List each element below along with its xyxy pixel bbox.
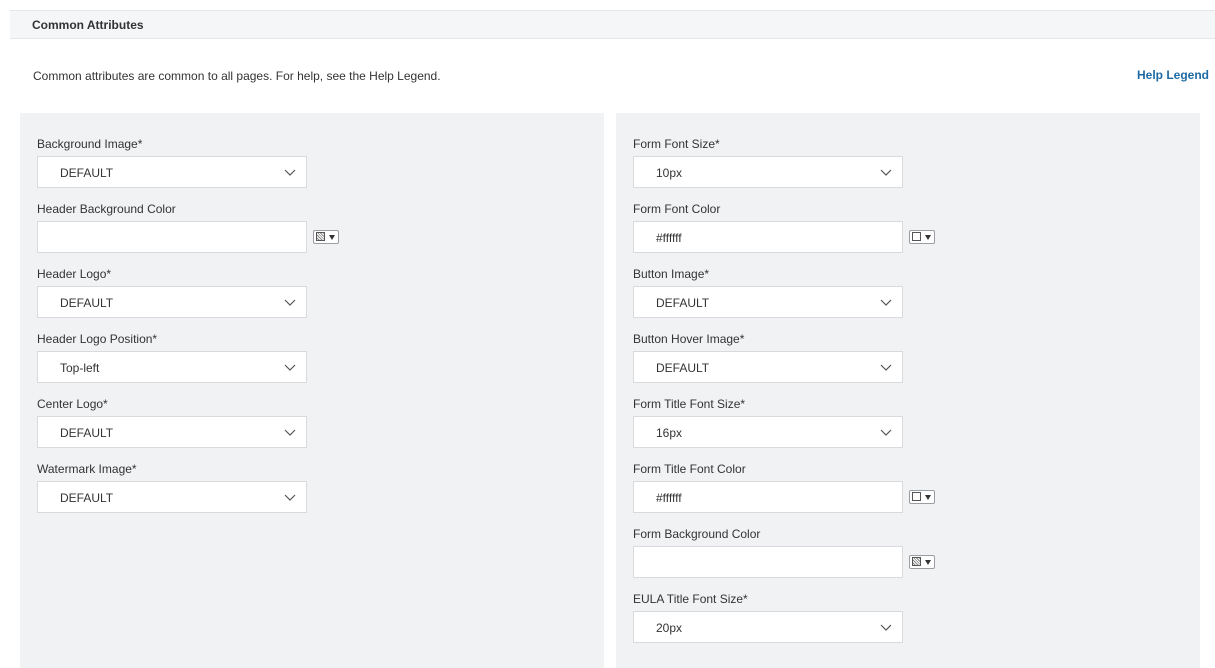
swatch-box	[912, 232, 921, 241]
button-hover-image-value: DEFAULT	[656, 361, 710, 375]
header-background-color-color-picker-icon[interactable]	[313, 230, 339, 244]
dropdown-arrow-icon	[925, 235, 931, 240]
chevron-down-icon	[284, 364, 296, 371]
header-logo-value: DEFAULT	[60, 296, 114, 310]
header-logo-position-select[interactable]: Top-left	[37, 351, 307, 383]
chevron-down-icon	[880, 299, 892, 306]
form-font-color-label: Form Font Color	[633, 202, 721, 216]
background-image-select[interactable]: DEFAULT	[37, 156, 307, 188]
form-title-font-size-select[interactable]: 16px	[633, 416, 903, 448]
background-image-value: DEFAULT	[60, 166, 114, 180]
center-logo-label: Center Logo*	[37, 397, 108, 411]
right-panel: Form Font Size* 10px Form Font Color #fffff…	[616, 113, 1200, 668]
header-logo-position-value: Top-left	[60, 361, 100, 375]
eula-title-font-size-label: EULA Title Font Size*	[633, 592, 748, 606]
chevron-down-icon	[284, 429, 296, 436]
form-title-font-size-value: 16px	[656, 426, 683, 440]
chevron-down-icon	[880, 169, 892, 176]
form-background-color-input[interactable]	[633, 546, 903, 578]
form-background-color-label: Form Background Color	[633, 527, 761, 541]
chevron-down-icon	[284, 299, 296, 306]
chevron-down-icon	[880, 624, 892, 631]
section-title: Common Attributes	[32, 18, 144, 32]
header-logo-label: Header Logo*	[37, 267, 112, 281]
form-font-size-label: Form Font Size*	[633, 137, 720, 151]
header-background-color-label: Header Background Color	[37, 202, 176, 216]
dropdown-arrow-icon	[329, 235, 335, 240]
section-header: Common Attributes	[10, 10, 1215, 39]
section-description: Common attributes are common to all page…	[33, 69, 441, 83]
swatch-box	[316, 232, 325, 241]
form-background-color-color-picker-icon[interactable]	[909, 555, 935, 569]
form-font-color-input[interactable]: #ffffff	[633, 221, 903, 253]
form-title-font-color-input[interactable]: #ffffff	[633, 481, 903, 513]
chevron-down-icon	[880, 429, 892, 436]
watermark-image-label: Watermark Image*	[37, 462, 137, 476]
dropdown-arrow-icon	[925, 495, 931, 500]
eula-title-font-size-select[interactable]: 20px	[633, 611, 903, 643]
form-font-color-value: #ffffff	[656, 231, 682, 245]
center-logo-value: DEFAULT	[60, 426, 114, 440]
chevron-down-icon	[284, 494, 296, 501]
form-title-font-size-label: Form Title Font Size*	[633, 397, 746, 411]
watermark-image-value: DEFAULT	[60, 491, 114, 505]
header-background-color-input[interactable]	[37, 221, 307, 253]
left-panel: Background Image* DEFAULT Header Backgroun…	[20, 113, 604, 668]
form-title-font-color-label: Form Title Font Color	[633, 462, 746, 476]
form-title-font-color-color-picker-icon[interactable]	[909, 490, 935, 504]
background-image-label: Background Image*	[37, 137, 143, 151]
form-font-color-color-picker-icon[interactable]	[909, 230, 935, 244]
help-legend-link[interactable]: Help Legend	[1137, 68, 1209, 82]
watermark-image-select[interactable]: DEFAULT	[37, 481, 307, 513]
swatch-box	[912, 557, 921, 566]
button-image-value: DEFAULT	[656, 296, 710, 310]
header-logo-select[interactable]: DEFAULT	[37, 286, 307, 318]
eula-title-font-size-value: 20px	[656, 621, 683, 635]
form-font-size-select[interactable]: 10px	[633, 156, 903, 188]
center-logo-select[interactable]: DEFAULT	[37, 416, 307, 448]
swatch-box	[912, 492, 921, 501]
button-image-select[interactable]: DEFAULT	[633, 286, 903, 318]
form-font-size-value: 10px	[656, 166, 683, 180]
button-image-label: Button Image*	[633, 267, 710, 281]
button-hover-image-label: Button Hover Image*	[633, 332, 745, 346]
button-hover-image-select[interactable]: DEFAULT	[633, 351, 903, 383]
header-logo-position-label: Header Logo Position*	[37, 332, 158, 346]
chevron-down-icon	[284, 169, 296, 176]
form-title-font-color-value: #ffffff	[656, 491, 682, 505]
chevron-down-icon	[880, 364, 892, 371]
dropdown-arrow-icon	[925, 560, 931, 565]
